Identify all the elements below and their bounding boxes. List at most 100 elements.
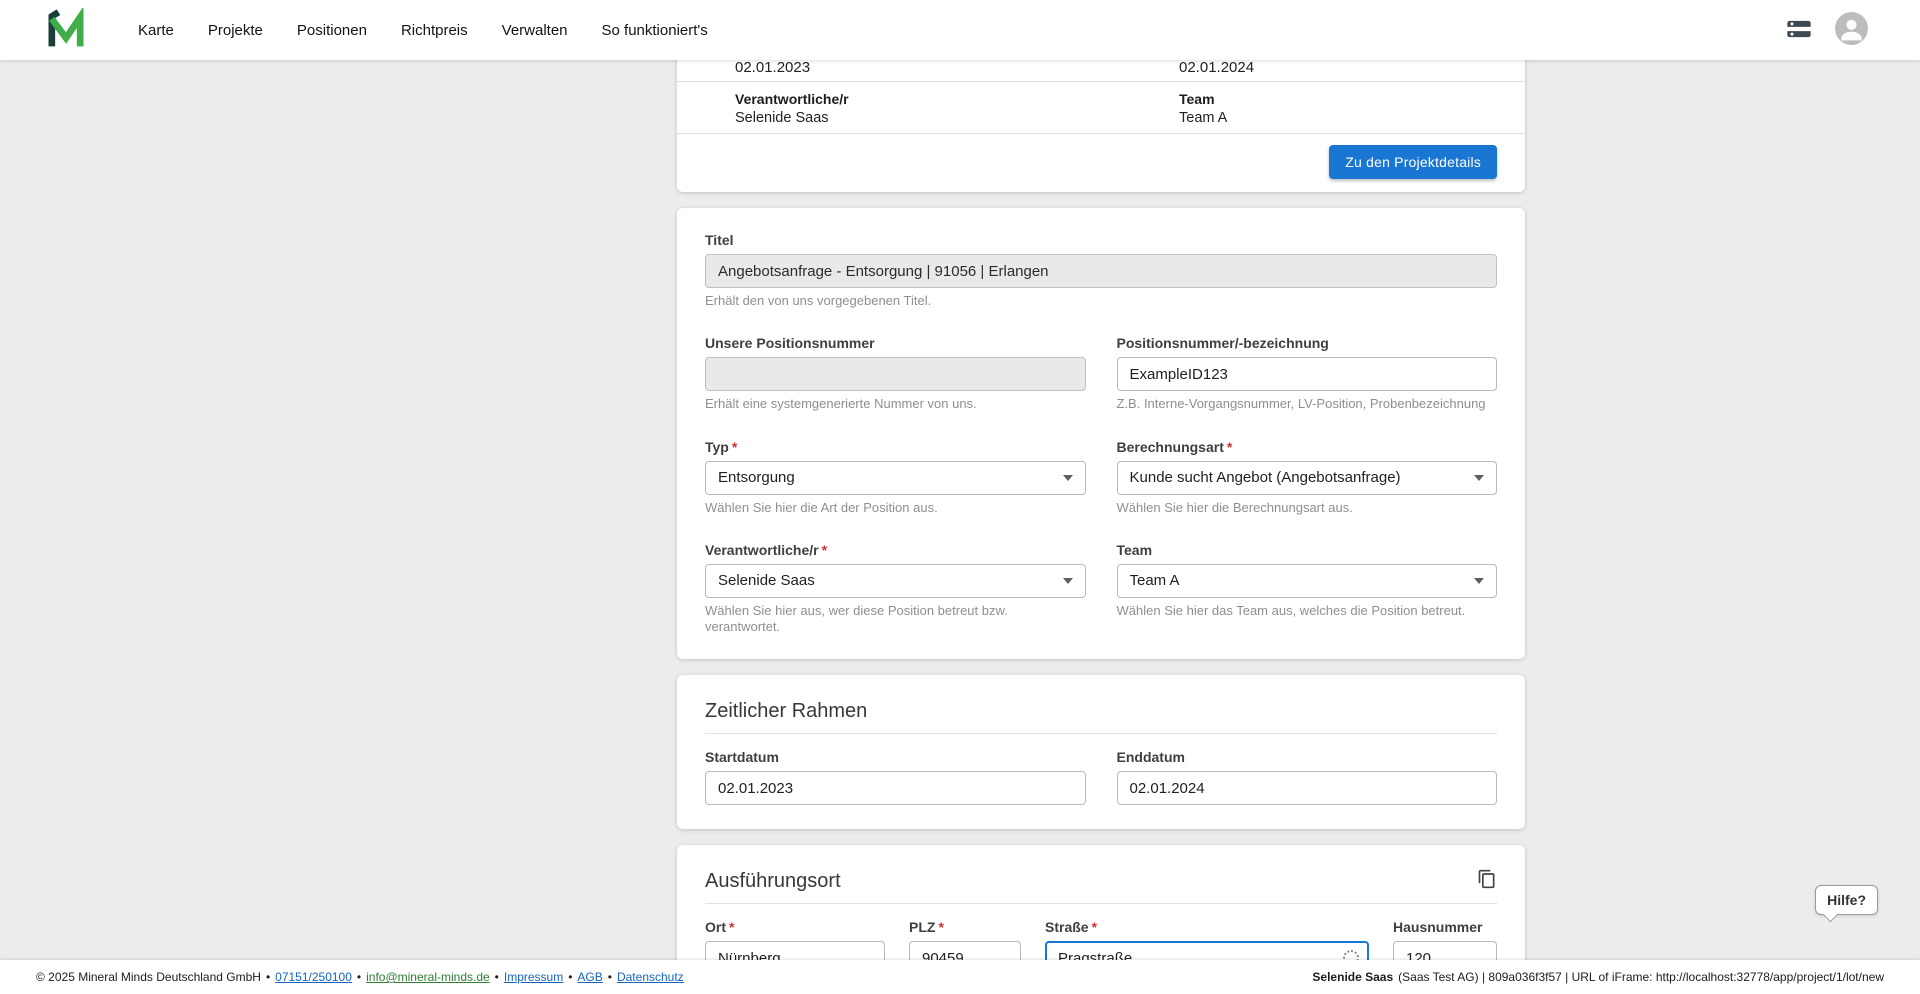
user-account-button[interactable] — [1835, 12, 1868, 48]
typ-helper: Wählen Sie hier die Art der Position aus… — [705, 500, 1086, 516]
enddatum-field: Enddatum — [1117, 749, 1498, 805]
hausnummer-field: Hausnummer — [1393, 919, 1497, 960]
datenschutz-link[interactable]: Datenschutz — [617, 970, 684, 984]
footer-session-info: Selenide Saas (Saas Test AG) | 809a036f3… — [1312, 970, 1884, 984]
copyright-text: © 2025 Mineral Minds Deutschland GmbH — [36, 970, 261, 984]
positionsnummer-field: Positionsnummer/-bezeichnung Z.B. Intern… — [1117, 335, 1498, 412]
verantwortlicher-helper: Wählen Sie hier aus, wer diese Position … — [705, 603, 1086, 636]
verantwortlicher-label: Verantwortliche/r* — [705, 542, 1086, 558]
divider — [705, 733, 1497, 734]
project-responsible-value: Selenide Saas — [735, 110, 1179, 126]
project-team-value: Team A — [1179, 110, 1467, 126]
titel-label: Titel — [705, 232, 1497, 248]
navbar-actions — [1785, 12, 1868, 48]
top-navbar: Karte Projekte Positionen Richtpreis Ver… — [0, 0, 1920, 60]
separator: • — [608, 970, 612, 984]
chevron-down-icon — [1474, 578, 1484, 584]
main-content: 02.01.2023 02.01.2024 Verantwortliche/r … — [0, 60, 1920, 960]
copy-icon — [1477, 869, 1497, 892]
project-end-date: 02.01.2024 — [1179, 60, 1467, 76]
berechnungsart-field: Berechnungsart* Kunde sucht Angebot (Ang… — [1117, 439, 1498, 516]
ort-label: Ort* — [705, 919, 885, 935]
nav-item-positionen[interactable]: Positionen — [297, 22, 367, 39]
mineral-minds-logo-icon — [46, 8, 86, 53]
zeitlicher-rahmen-heading: Zeitlicher Rahmen — [705, 699, 867, 723]
divider — [705, 903, 1497, 904]
startdatum-field: Startdatum — [705, 749, 1086, 805]
server-button[interactable] — [1785, 15, 1813, 46]
nav-item-verwalten[interactable]: Verwalten — [502, 22, 568, 39]
project-responsible-label: Verantwortliche/r — [735, 91, 1179, 107]
project-summary-card: 02.01.2023 02.01.2024 Verantwortliche/r … — [677, 60, 1525, 192]
team-helper: Wählen Sie hier das Team aus, welches di… — [1117, 603, 1498, 619]
unsere-positionsnummer-input — [705, 357, 1086, 391]
verantwortlicher-select[interactable]: Selenide Saas — [705, 564, 1086, 598]
typ-field: Typ* Entsorgung Wählen Sie hier die Art … — [705, 439, 1086, 516]
project-details-button[interactable]: Zu den Projektdetails — [1329, 145, 1497, 179]
strasse-input[interactable] — [1045, 941, 1369, 960]
zeitlicher-rahmen-card: Zeitlicher Rahmen Startdatum Enddatum — [677, 675, 1525, 829]
main-navigation: Karte Projekte Positionen Richtpreis Ver… — [138, 22, 708, 39]
nav-item-so-funktionierts[interactable]: So funktioniert's — [602, 22, 708, 39]
berechnungsart-select[interactable]: Kunde sucht Angebot (Angebotsanfrage) — [1117, 461, 1498, 495]
titel-input — [705, 254, 1497, 288]
team-field: Team Team A Wählen Sie hier das Team aus… — [1117, 542, 1498, 636]
team-select[interactable]: Team A — [1117, 564, 1498, 598]
loading-spinner-icon — [1343, 950, 1359, 960]
chevron-down-icon — [1063, 475, 1073, 481]
startdatum-label: Startdatum — [705, 749, 1086, 765]
separator: • — [266, 970, 270, 984]
required-mark: * — [1092, 919, 1097, 935]
nav-item-karte[interactable]: Karte — [138, 22, 174, 39]
plz-field: PLZ* — [909, 919, 1021, 960]
ausfuehrungsort-card: Ausführungsort Ort* PLZ* — [677, 845, 1525, 960]
verantwortlicher-field: Verantwortliche/r* Selenide Saas Wählen … — [705, 542, 1086, 636]
positionsnummer-label: Positionsnummer/-bezeichnung — [1117, 335, 1498, 351]
nav-item-projekte[interactable]: Projekte — [208, 22, 263, 39]
server-icon — [1785, 15, 1813, 46]
copy-address-button[interactable] — [1477, 869, 1497, 892]
required-mark: * — [1227, 439, 1232, 455]
required-mark: * — [729, 919, 734, 935]
footer-user-name: Selenide Saas — [1312, 970, 1393, 984]
avatar-icon — [1835, 12, 1868, 48]
positionsnummer-input[interactable] — [1117, 357, 1498, 391]
position-form-card: Titel Erhält den von uns vorgegebenen Ti… — [677, 208, 1525, 659]
ort-input[interactable] — [705, 941, 885, 960]
strasse-field: Straße* — [1045, 919, 1369, 960]
required-mark: * — [732, 439, 737, 455]
footer-left: © 2025 Mineral Minds Deutschland GmbH • … — [36, 970, 684, 984]
required-mark: * — [938, 919, 943, 935]
enddatum-label: Enddatum — [1117, 749, 1498, 765]
agb-link[interactable]: AGB — [577, 970, 602, 984]
help-button[interactable]: Hilfe? — [1815, 885, 1878, 915]
phone-link[interactable]: 07151/250100 — [275, 970, 352, 984]
separator: • — [568, 970, 572, 984]
team-label: Team — [1117, 542, 1498, 558]
project-team-label: Team — [1179, 91, 1467, 107]
nav-item-richtpreis[interactable]: Richtpreis — [401, 22, 468, 39]
project-start-date: 02.01.2023 — [735, 60, 1179, 76]
enddatum-input[interactable] — [1117, 771, 1498, 805]
unsere-positionsnummer-label: Unsere Positionsnummer — [705, 335, 1086, 351]
typ-label: Typ* — [705, 439, 1086, 455]
plz-input[interactable] — [909, 941, 1021, 960]
separator: • — [357, 970, 361, 984]
email-link[interactable]: info@mineral-minds.de — [366, 970, 490, 984]
positionsnummer-helper: Z.B. Interne-Vorgangsnummer, LV-Position… — [1117, 396, 1498, 412]
typ-select[interactable]: Entsorgung — [705, 461, 1086, 495]
startdatum-input[interactable] — [705, 771, 1086, 805]
titel-helper: Erhält den von uns vorgegebenen Titel. — [705, 293, 1497, 309]
chevron-down-icon — [1063, 578, 1073, 584]
ausfuehrungsort-heading: Ausführungsort — [705, 869, 841, 893]
chevron-down-icon — [1474, 475, 1484, 481]
unsere-positionsnummer-helper: Erhält eine systemgenerierte Nummer von … — [705, 396, 1086, 412]
impressum-link[interactable]: Impressum — [504, 970, 563, 984]
titel-field: Titel Erhält den von uns vorgegebenen Ti… — [705, 232, 1497, 309]
company-logo[interactable] — [46, 8, 86, 53]
footer-session-text: (Saas Test AG) | 809a036f3f57 | URL of i… — [1398, 970, 1884, 984]
hausnummer-input[interactable] — [1393, 941, 1497, 960]
footer: © 2025 Mineral Minds Deutschland GmbH • … — [0, 960, 1920, 994]
plz-label: PLZ* — [909, 919, 1021, 935]
hausnummer-label: Hausnummer — [1393, 919, 1497, 935]
